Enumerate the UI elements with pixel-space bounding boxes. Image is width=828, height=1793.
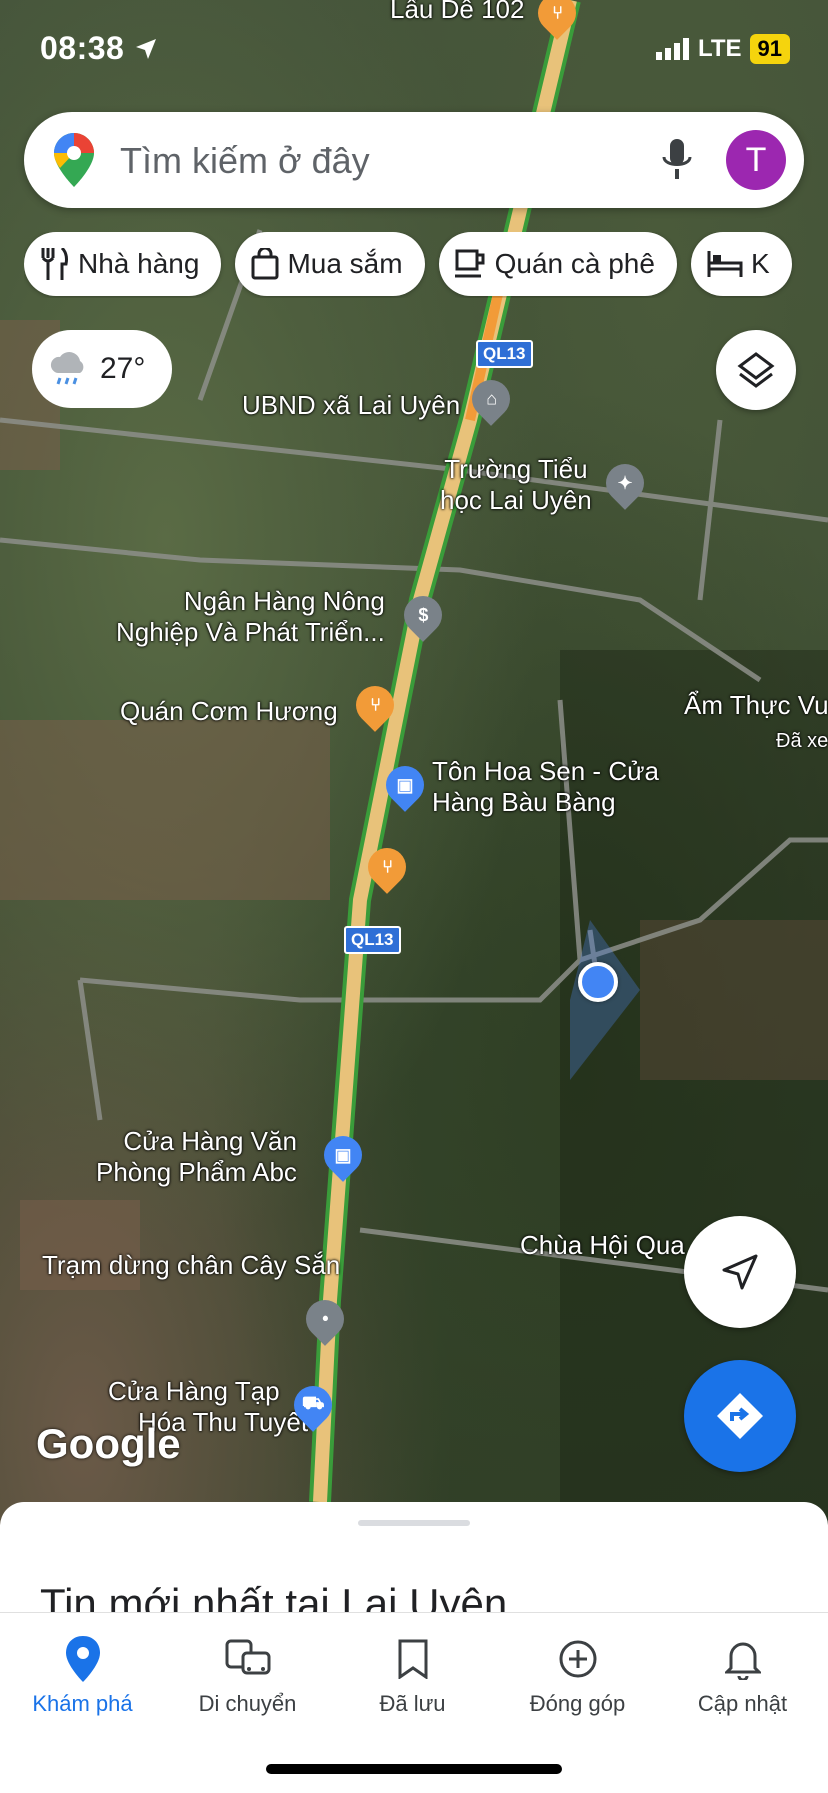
map-label-am-thuc[interactable]: Ẩm Thực Vu — [684, 690, 828, 721]
map-label-da-xe: Đã xe — [776, 730, 828, 752]
explore-pin-icon — [65, 1636, 100, 1682]
map-label-bank-line1: Ngân Hàng Nông — [183, 586, 385, 616]
bell-icon — [724, 1642, 761, 1680]
microphone-icon[interactable] — [662, 139, 692, 181]
commute-icon — [225, 1639, 270, 1675]
bookmark-icon — [398, 1639, 427, 1679]
shopping-bag-icon — [251, 248, 279, 280]
home-indicator[interactable] — [266, 1764, 562, 1774]
signal-icon — [655, 38, 689, 60]
map-label-tap-line1: Cửa Hàng Tạp — [108, 1376, 280, 1406]
chip-hotels-label: K — [750, 248, 770, 279]
status-right: LTE 91 — [655, 34, 790, 64]
battery-level: 91 — [749, 34, 790, 64]
nav-contribute[interactable]: Đóng góp — [495, 1633, 660, 1717]
nav-contribute-label: Đóng góp — [529, 1691, 626, 1716]
network-type: LTE — [697, 35, 742, 62]
chip-coffee[interactable]: Quán cà phê — [438, 232, 677, 296]
google-maps-logo-icon — [54, 133, 94, 187]
current-location-dot — [578, 962, 618, 1002]
chip-hotels[interactable]: K — [690, 232, 792, 296]
layers-icon — [737, 352, 775, 388]
map-label-quan-com[interactable]: Quán Cơm Hương — [120, 696, 338, 727]
google-logo: Google — [36, 1420, 181, 1467]
weather-temp: 27° — [100, 352, 146, 385]
map-label-chua[interactable]: Chùa Hội Qua — [520, 1230, 685, 1261]
account-avatar[interactable]: T — [726, 130, 786, 190]
map-label-school-line2: học Lai Uyên — [440, 485, 592, 515]
directions-icon — [717, 1393, 763, 1439]
map-label-vpp-line1: Cửa Hàng Văn — [123, 1126, 297, 1156]
sheet-drag-handle[interactable] — [358, 1520, 470, 1526]
add-circle-icon — [559, 1640, 596, 1678]
status-time-text: 08:38 — [40, 30, 125, 66]
navigation-arrow-icon — [722, 1254, 758, 1290]
hotel-bed-icon — [707, 251, 743, 277]
nav-updates[interactable]: Cập nhật — [660, 1633, 825, 1717]
map-label-vpp-line2: Phòng Phẩm Abc — [96, 1157, 297, 1187]
directions-button[interactable] — [684, 1360, 796, 1472]
search-input[interactable]: Tìm kiếm ở đây — [120, 140, 370, 182]
map-label-tram-dung-chan[interactable]: Trạm dừng chân Cây Sắn — [42, 1250, 340, 1281]
map-label-bank[interactable]: Ngân Hàng Nông Nghiệp Và Phát Triển... — [116, 586, 385, 648]
category-chips: Nhà hàng Mua sắm Quán cà phê K — [24, 232, 828, 298]
road-shield-ql13: QL13 — [344, 926, 401, 954]
status-bar: 08:38 LTE 91 — [0, 0, 828, 100]
map-label-school-line1: Trường Tiểu — [444, 454, 588, 484]
chip-shopping-label: Mua sắm — [287, 248, 403, 279]
map-label-ton-hoa-sen[interactable]: Tôn Hoa Sen - Cửa Hàng Bàu Bàng — [432, 756, 659, 818]
map-label-ubnd[interactable]: UBND xã Lai Uyên — [242, 390, 460, 421]
map-label-bank-line2: Nghiệp Và Phát Triển... — [116, 617, 385, 647]
weather-widget[interactable]: 27° — [32, 330, 172, 408]
nav-explore-label: Khám phá — [32, 1691, 133, 1716]
restaurant-icon — [41, 248, 68, 280]
chip-restaurants-label: Nhà hàng — [78, 248, 200, 279]
nav-updates-label: Cập nhật — [697, 1691, 788, 1716]
chip-restaurants[interactable]: Nhà hàng — [24, 232, 222, 296]
map-label-ton-line1: Tôn Hoa Sen - Cửa — [432, 756, 659, 786]
location-arrow-icon — [135, 39, 156, 59]
status-time: 08:38 — [40, 30, 158, 67]
nav-explore[interactable]: Khám phá — [0, 1633, 165, 1717]
layers-button[interactable] — [716, 330, 796, 410]
rain-cloud-icon — [50, 352, 84, 385]
nav-commute[interactable]: Di chuyển — [165, 1633, 330, 1717]
search-bar[interactable]: Tìm kiếm ở đây T — [24, 112, 804, 208]
my-location-button[interactable] — [684, 1216, 796, 1328]
chip-shopping[interactable]: Mua sắm — [235, 232, 425, 296]
chip-coffee-label: Quán cà phê — [494, 248, 655, 279]
nav-commute-label: Di chuyển — [198, 1691, 297, 1716]
map-label-school[interactable]: Trường Tiểu học Lai Uyên — [440, 454, 592, 516]
coffee-icon — [454, 249, 485, 278]
nav-saved-label: Đã lưu — [379, 1691, 446, 1716]
road-shield-ql13: QL13 — [476, 340, 533, 368]
map-label-ton-line2: Hàng Bàu Bàng — [432, 787, 616, 817]
nav-saved[interactable]: Đã lưu — [330, 1633, 495, 1717]
map-label-van-phong-pham[interactable]: Cửa Hàng Văn Phòng Phẩm Abc — [96, 1126, 297, 1188]
